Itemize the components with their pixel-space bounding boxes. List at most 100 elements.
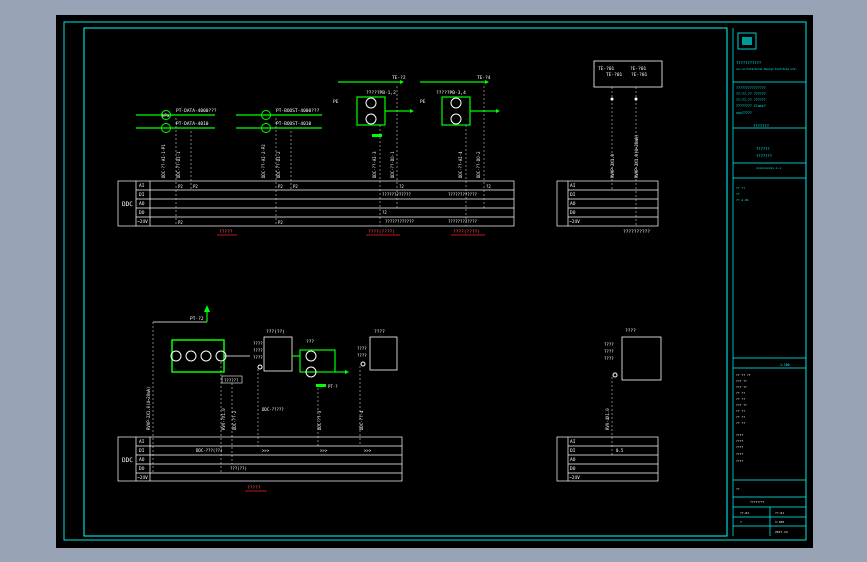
svg-text:????: ???? bbox=[736, 459, 743, 463]
svg-text:?: ? bbox=[740, 520, 742, 524]
caption-top-mid: ????(????) bbox=[368, 229, 395, 235]
top-tag: PT-?2 bbox=[190, 316, 204, 322]
svg-text:????: ???? bbox=[604, 349, 614, 354]
svg-text:????: ???? bbox=[357, 353, 367, 358]
drawing-canvas: DDC AI DI AO DO ~24V ????? ????(????) ??… bbox=[56, 15, 813, 548]
svg-text:?? ??: ?? ?? bbox=[736, 409, 745, 413]
pump-b-label: ?????PB-3,4 bbox=[436, 90, 466, 96]
svg-text:????: ???? bbox=[736, 433, 743, 437]
pe-label: PE bbox=[333, 99, 339, 105]
svg-text:DDC-?????: DDC-????? bbox=[262, 407, 284, 412]
svg-text:~24V: ~24V bbox=[569, 475, 580, 481]
do-tag: ???????????? bbox=[448, 192, 477, 197]
caption-top-right: ????(????) bbox=[453, 229, 480, 235]
svg-text:DI: DI bbox=[570, 448, 576, 454]
do-tag: ???????????? bbox=[385, 219, 414, 224]
svg-text:RVV-?X1.0: RVV-?X1.0 bbox=[221, 408, 226, 430]
caption-top-far: ?????????? bbox=[623, 229, 650, 235]
cable-label: DDC-??-DI-1 bbox=[176, 151, 181, 178]
svg-text:????: ???? bbox=[604, 356, 614, 361]
svg-text:0.5: 0.5 bbox=[616, 448, 624, 453]
svg-text:xxxxxxxxxx-x.x: xxxxxxxxxx-x.x bbox=[756, 166, 781, 170]
svg-text:??: ?? bbox=[736, 192, 740, 196]
do-tag: ???????????? bbox=[448, 219, 477, 224]
svg-text:>>>: >>> bbox=[262, 448, 270, 453]
box-label: TE-?01 bbox=[606, 72, 623, 78]
pt2-label: PT-BOOST-4000??? bbox=[276, 108, 320, 114]
svg-text:?? ??: ?? ?? bbox=[736, 421, 745, 425]
svg-text:???????: ??????? bbox=[753, 123, 769, 128]
cable-label: DDC-??-DO-1 bbox=[390, 151, 395, 178]
pump-a-label: ?????PB-1,2 bbox=[366, 90, 396, 96]
cable-label: DDC-??-AI-1-P1 bbox=[161, 144, 166, 178]
tag-b-label: TE-?4 bbox=[477, 75, 491, 81]
svg-text:????: ???? bbox=[253, 348, 263, 353]
svg-text:DO: DO bbox=[570, 466, 576, 472]
svg-text:AO: AO bbox=[570, 201, 576, 207]
svg-text:???????????????: ??????????????? bbox=[736, 86, 766, 90]
svg-text:AO: AO bbox=[139, 457, 145, 463]
row-ao: AO bbox=[139, 201, 145, 207]
svg-text:xxx Architectural Design Insti: xxx Architectural Design Institute Ltd. bbox=[736, 67, 797, 71]
ddc-label-bottom: DDC bbox=[122, 457, 133, 464]
svg-text:????: ???? bbox=[736, 445, 743, 449]
svg-text:1:100: 1:100 bbox=[775, 520, 784, 524]
svg-text:DO: DO bbox=[570, 210, 576, 216]
svg-text:DDC-??-2: DDC-??-2 bbox=[232, 410, 237, 430]
cable-label: DDC-??-AI-4 bbox=[458, 151, 463, 178]
di-tag: P2 bbox=[193, 184, 198, 189]
svg-text:DO: DO bbox=[139, 466, 145, 472]
svg-text:DI: DI bbox=[570, 192, 576, 198]
pt2b-label: PT-BOOST-4010 bbox=[276, 121, 312, 127]
pt1-label: PT-DATA-4000??? bbox=[176, 108, 217, 114]
svg-text:xxx?????: xxx????? bbox=[736, 111, 752, 115]
svg-text:P2: P2 bbox=[178, 220, 183, 225]
svg-text:>>>: >>> bbox=[364, 448, 372, 453]
svg-text:2017.12: 2017.12 bbox=[775, 530, 788, 534]
pressure-sym: kPa bbox=[162, 113, 170, 118]
cable-label: DDC-??-AI-2-P2 bbox=[261, 144, 266, 178]
pe-label: PE bbox=[420, 99, 426, 105]
tag-a-label: TE-?2 bbox=[392, 75, 406, 81]
cable-label: RVV-4X1.0 bbox=[605, 408, 610, 430]
svg-text:AI: AI bbox=[570, 183, 576, 189]
box3-title: ???? bbox=[374, 329, 385, 335]
caption-top-left: ????? bbox=[219, 229, 233, 235]
svg-text:?? ?? ??: ?? ?? ?? bbox=[736, 373, 751, 377]
svg-text:DDC-???(??): DDC-???(??) bbox=[196, 448, 223, 453]
svg-text:>>>: >>> bbox=[320, 448, 328, 453]
svg-text:~24V: ~24V bbox=[137, 475, 148, 481]
svg-text:????: ???? bbox=[736, 452, 743, 456]
di-tag: ?2 bbox=[486, 184, 491, 189]
row-24v: ~24V bbox=[137, 219, 148, 225]
ao-tag: ?2 bbox=[382, 210, 387, 215]
svg-text:P2: P2 bbox=[278, 220, 283, 225]
di-tag: ?2 bbox=[399, 184, 404, 189]
di-tag: P2 bbox=[293, 184, 298, 189]
ddc-label-top: DDC bbox=[122, 201, 133, 208]
svg-text:????: ???? bbox=[604, 342, 614, 347]
row-ai: AI bbox=[139, 183, 145, 189]
svg-text:AI: AI bbox=[139, 439, 145, 445]
svg-text:???????: ??????? bbox=[756, 153, 772, 158]
svg-text:??:??-?? ??????: ??:??-?? ?????? bbox=[736, 98, 766, 102]
svg-text:???(??): ???(??) bbox=[230, 466, 247, 471]
drawing-sheet bbox=[56, 15, 813, 548]
svg-text:?? ??: ?? ?? bbox=[736, 391, 745, 395]
svg-text:?? A.01: ?? A.01 bbox=[736, 198, 749, 202]
logo-icon-inner bbox=[742, 37, 752, 45]
box-label: TE-?01 bbox=[598, 66, 615, 72]
svg-text:??-01: ??-01 bbox=[740, 511, 749, 515]
row-do: DO bbox=[139, 210, 145, 216]
cable-label: DDC-??-DI-2 bbox=[276, 151, 281, 178]
svg-text:DDC-??-4: DDC-??-4 bbox=[359, 410, 364, 430]
svg-text:??: ?? bbox=[736, 487, 740, 491]
ai-tag: P2 bbox=[178, 184, 183, 189]
svg-text:????: ???? bbox=[357, 346, 367, 351]
svg-text:????: ???? bbox=[253, 341, 263, 346]
svg-text:????: ???? bbox=[625, 328, 636, 334]
svg-text:?? ??: ?? ?? bbox=[736, 186, 745, 190]
svg-text:?? ??: ?? ?? bbox=[736, 397, 745, 401]
pt1b-label: PT-DATA-4010 bbox=[176, 121, 209, 127]
svg-text:??????: ?????? bbox=[756, 146, 770, 151]
